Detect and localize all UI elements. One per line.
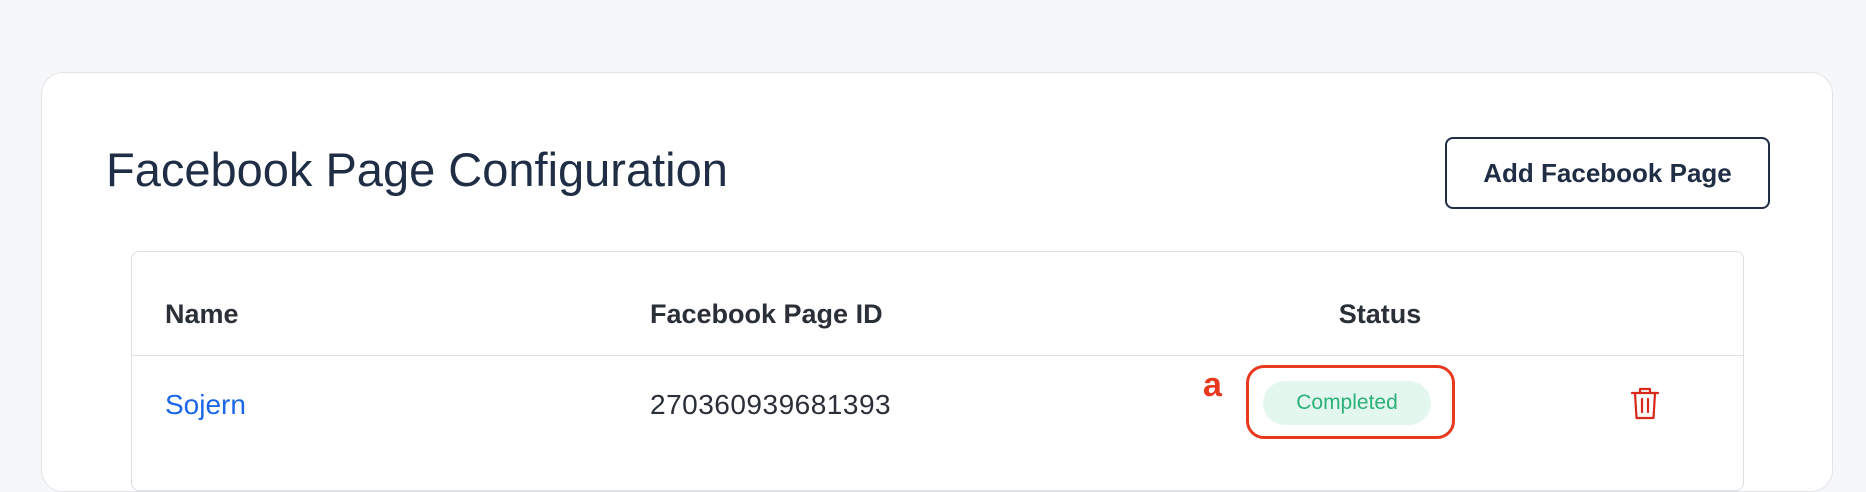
add-facebook-page-button[interactable]: Add Facebook Page bbox=[1445, 137, 1770, 209]
annotation-label: a bbox=[1203, 366, 1222, 404]
table-header: Name Facebook Page ID Status bbox=[132, 252, 1743, 356]
pages-table: Name Facebook Page ID Status Sojern 2703… bbox=[131, 251, 1744, 491]
trash-icon bbox=[1630, 387, 1660, 420]
delete-button[interactable] bbox=[1630, 386, 1660, 420]
column-header-name[interactable]: Name bbox=[165, 294, 239, 334]
page-name-link[interactable]: Sojern bbox=[165, 386, 246, 424]
column-header-page-id[interactable]: Facebook Page ID bbox=[650, 294, 883, 334]
column-header-status[interactable]: Status bbox=[1307, 294, 1453, 334]
page-title: Facebook Page Configuration bbox=[106, 143, 728, 196]
status-badge: Completed bbox=[1263, 381, 1431, 425]
page-id-cell: 270360939681393 bbox=[650, 389, 892, 420]
table-row: Sojern 270360939681393 bbox=[132, 356, 1743, 452]
